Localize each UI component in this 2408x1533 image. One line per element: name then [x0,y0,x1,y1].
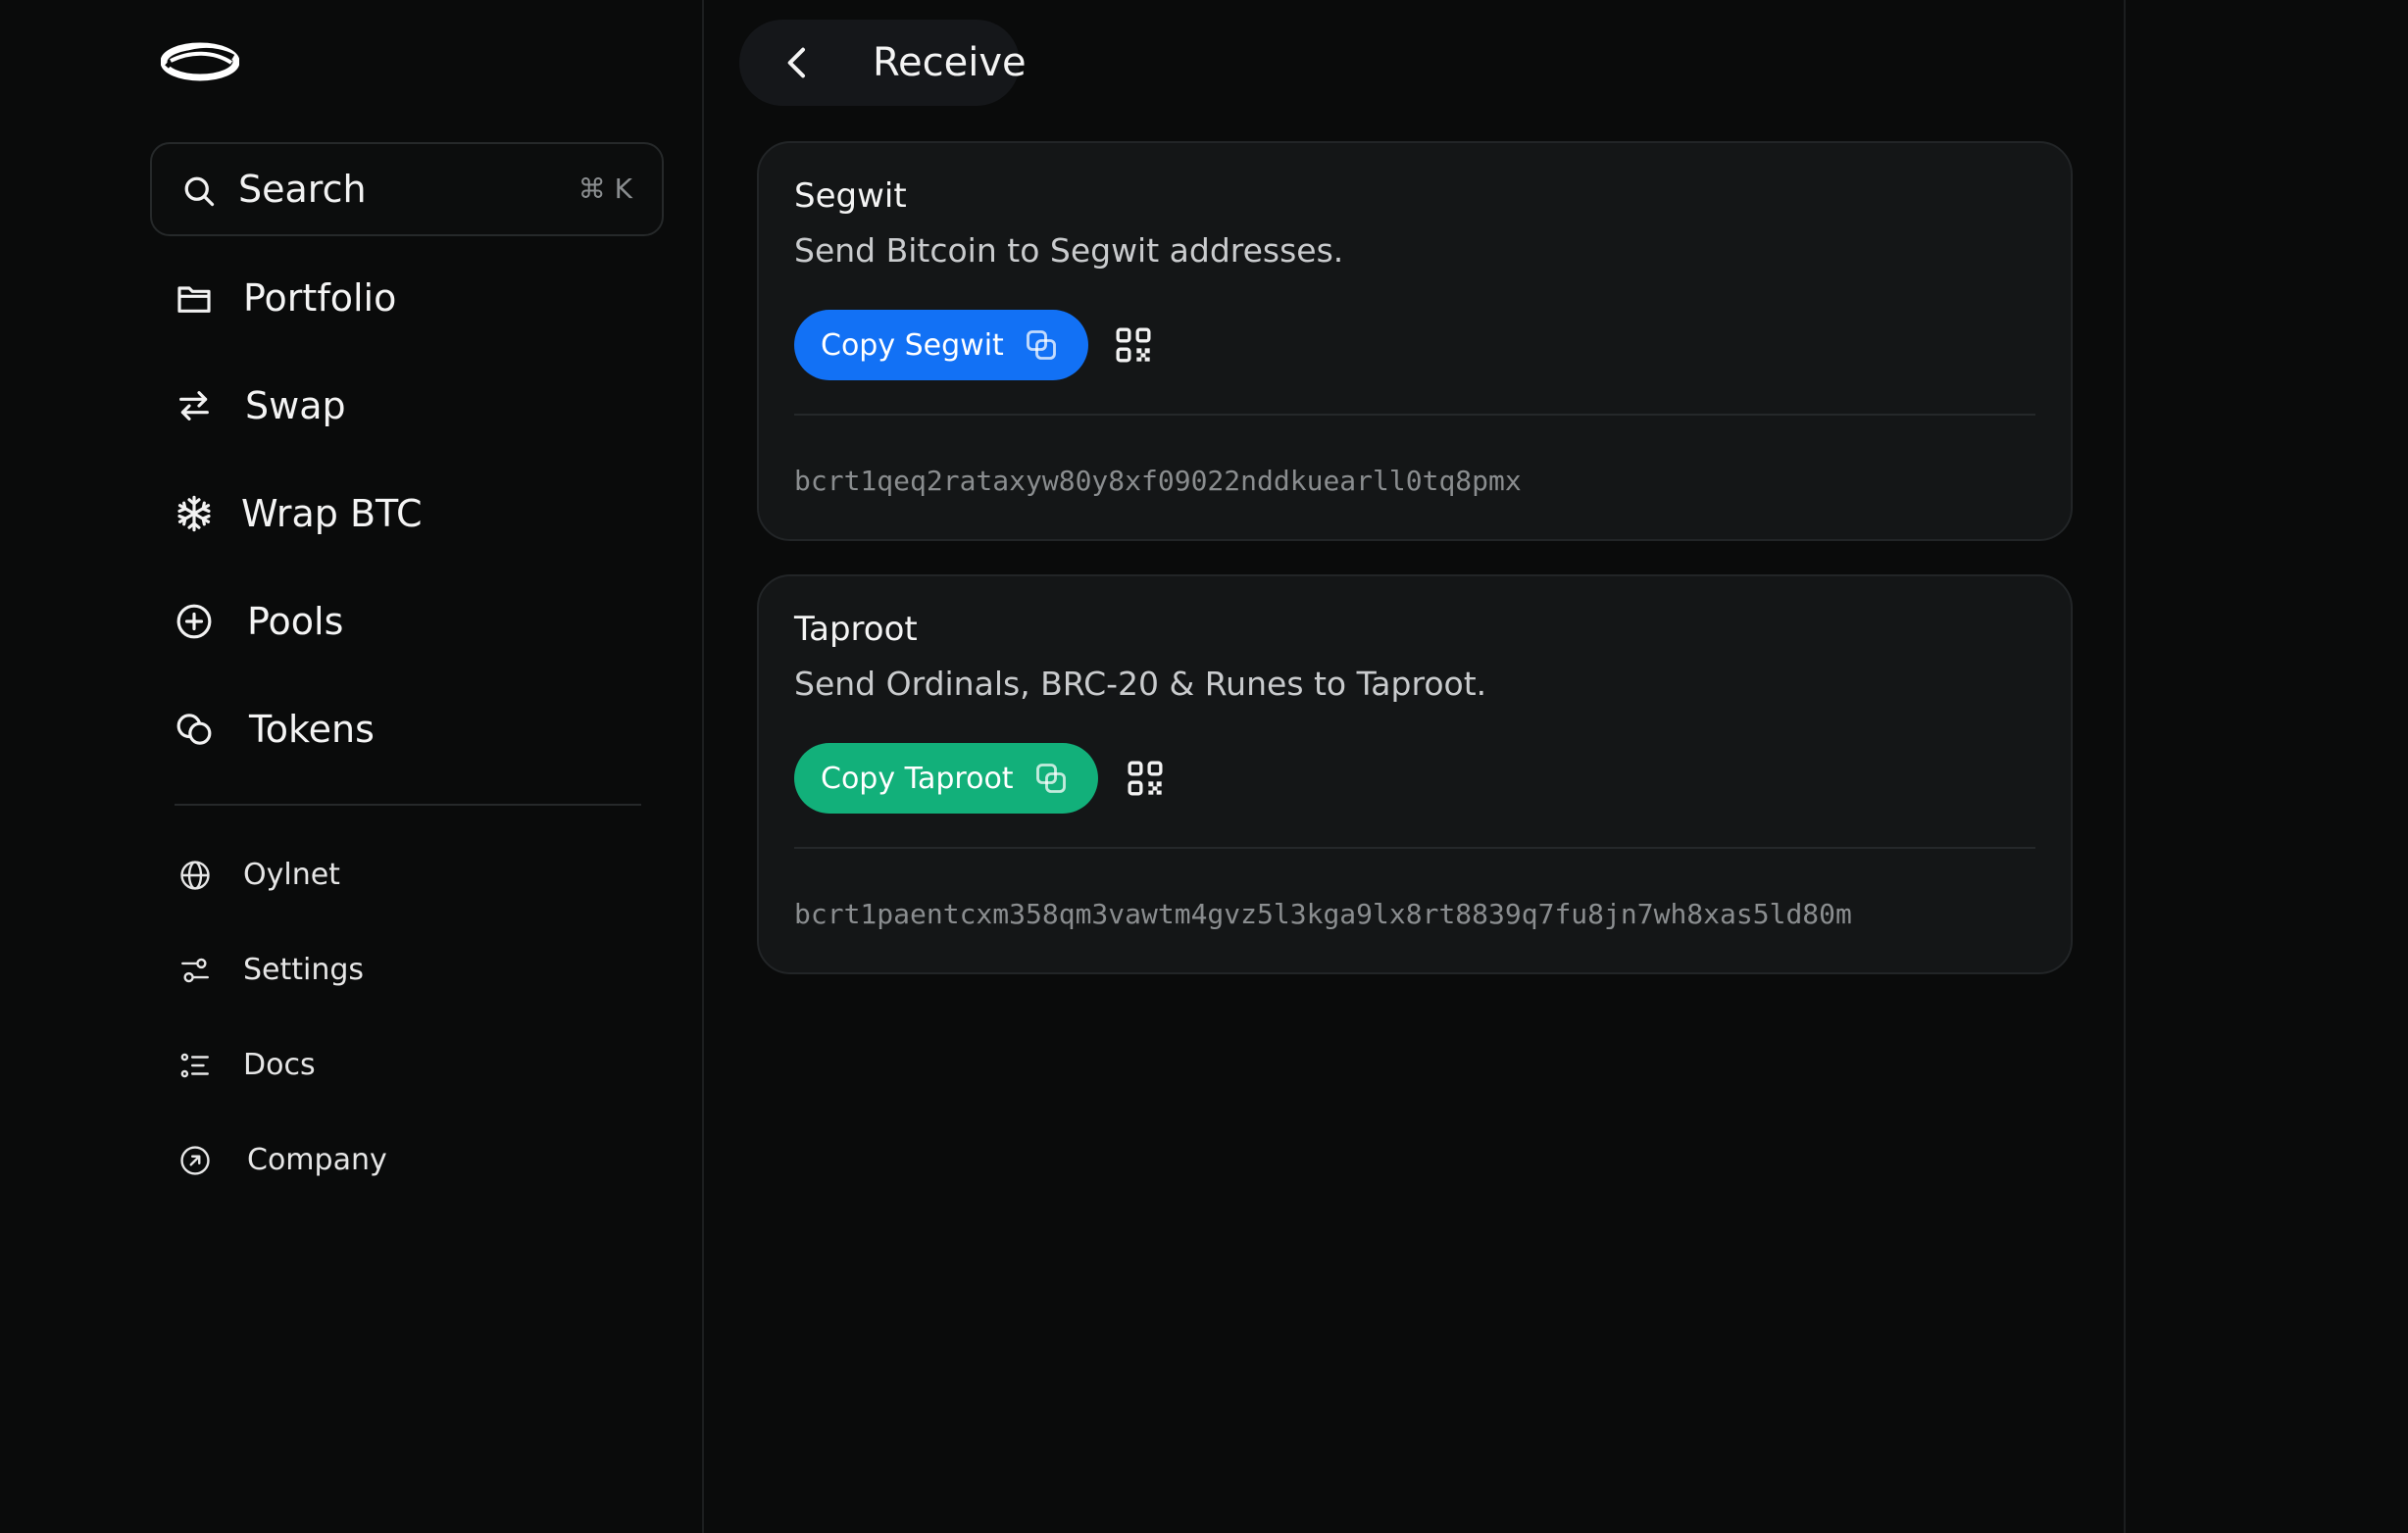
coins-icon [176,714,212,745]
search-label: Search [238,168,367,211]
sidebar-item-label: Docs [243,1048,316,1082]
card-title: Segwit [794,176,907,216]
main-content: Receive Segwit Send Bitcoin to Segwit ad… [704,0,2126,1533]
taproot-card: Taproot Send Ordinals, BRC-20 & Runes to… [757,574,2073,974]
qr-code-icon[interactable] [1114,325,1153,365]
nav-item-label: Portfolio [243,276,397,320]
orbit-logo-icon[interactable] [161,41,239,82]
swap-arrows-icon [179,391,209,420]
copy-taproot-button[interactable]: Copy Taproot [794,743,1098,814]
sliders-icon [181,958,209,983]
snowflake-icon [177,495,211,532]
list-icon [180,1053,209,1078]
segwit-address: bcrt1qeq2rataxyw80y8xf09022nddkuearll0tq… [794,465,1522,497]
arrow-up-right-circle-icon [180,1146,210,1175]
card-divider [794,847,2035,849]
globe-icon [180,861,210,890]
sidebar-item-label: Settings [243,953,365,987]
card-description: Send Ordinals, BRC-20 & Runes to Taproot… [794,665,1487,703]
card-divider [794,414,2035,416]
nav-item-label: Tokens [249,708,375,751]
folder-icon [177,286,211,313]
app-window: Search ⌘ K Portfolio Swap Wrap BTC Pools… [0,0,2408,1533]
back-button[interactable]: Receive [739,20,1027,106]
search-box[interactable]: Search ⌘ K [150,142,664,236]
nav-item-label: Wrap BTC [241,492,423,535]
nav-item-label: Swap [245,384,346,427]
sidebar: Search ⌘ K Portfolio Swap Wrap BTC Pools… [0,0,704,1533]
sidebar-item-label: Oylnet [243,858,340,892]
copy-segwit-button[interactable]: Copy Segwit [794,310,1088,380]
copy-icon [1026,330,1056,360]
card-description: Send Bitcoin to Segwit addresses. [794,231,1344,270]
segwit-card: Segwit Send Bitcoin to Segwit addresses.… [757,141,2073,541]
card-title: Taproot [794,610,918,649]
chevron-left-icon [787,47,805,78]
qr-code-icon[interactable] [1126,759,1165,798]
search-shortcut: ⌘ K [577,173,632,205]
copy-button-label: Copy Segwit [821,327,1004,363]
copy-icon [1035,764,1066,793]
page-title: Receive [873,40,1027,85]
search-icon [184,176,215,207]
taproot-address: bcrt1paentcxm358qm3vawtm4gvz5l3kga9lx8rt… [794,898,1852,930]
sidebar-divider [175,804,641,806]
nav-item-label: Pools [247,600,344,643]
plus-circle-icon [176,604,212,639]
copy-button-label: Copy Taproot [821,761,1014,796]
sidebar-item-label: Company [247,1143,387,1177]
